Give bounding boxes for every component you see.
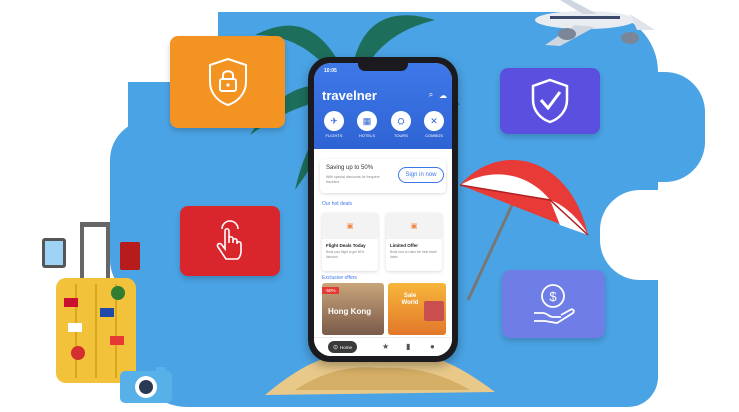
shield-lock-icon <box>208 57 247 107</box>
deal-subtitle: Book now to claim the best travel deals <box>390 250 437 259</box>
hotel-icon: ▦ <box>357 111 377 131</box>
category-flights[interactable]: ✈ FLIGHTS <box>321 111 347 138</box>
star-icon[interactable]: ★ <box>382 342 389 351</box>
deal-title: Limited Offer <box>390 243 419 248</box>
offer-card-sale[interactable]: Sale World <box>388 283 446 335</box>
deal-image: ▣ <box>386 213 442 239</box>
hand-tap-icon <box>216 220 242 260</box>
exclusive-heading: Exclusive offers <box>322 275 357 281</box>
offer-title: Hong Kong <box>328 307 372 316</box>
offer-card-hongkong[interactable]: -50% Hong Kong <box>322 283 384 335</box>
airplane-icon <box>535 0 655 46</box>
security-lock-card <box>170 36 285 128</box>
bag-icon[interactable]: ▮ <box>406 342 410 351</box>
phone-screen: 10:05 travelner ⌕ ☁ ✈ FLIGHTS ▦ HOTELS ⛭… <box>314 63 452 356</box>
verified-card <box>500 68 600 134</box>
phone-mockup: 10:05 travelner ⌕ ☁ ✈ FLIGHTS ▦ HOTELS ⛭… <box>308 57 458 362</box>
offer-photo <box>424 301 444 321</box>
search-icon[interactable]: ⌕ <box>426 90 436 100</box>
category-combos[interactable]: ✕ COMBOS <box>421 111 447 138</box>
plane-icon: ✈ <box>324 111 344 131</box>
shield-check-icon <box>531 78 569 124</box>
home-icon: ⊙ <box>333 344 339 351</box>
offer-badge: -50% <box>322 287 339 294</box>
nav-home[interactable]: ⊙ Home <box>328 341 358 353</box>
touch-card <box>180 206 280 276</box>
bell-icon[interactable]: ☁ <box>438 90 448 100</box>
category-hotels[interactable]: ▦ HOTELS <box>354 111 380 138</box>
category-label: COMBOS <box>425 133 443 138</box>
category-label: FLIGHTS <box>325 133 343 138</box>
promo-subtitle: With special discounts for frequent trav… <box>326 175 380 184</box>
signin-button[interactable]: Sign in now <box>398 167 444 183</box>
bottom-navigation: ⊙ Home ★ ▮ ● <box>314 337 452 356</box>
promo-banner: Saving up to 50% With special discounts … <box>320 159 446 193</box>
nav-home-label: Home <box>340 344 353 350</box>
app-logo: travelner <box>322 88 377 103</box>
camera <box>120 367 172 403</box>
phone-notch <box>358 63 408 71</box>
deal-subtitle: Book your flight to get 50% discount <box>326 250 365 259</box>
user-icon[interactable]: ● <box>430 342 435 351</box>
app-header: 10:05 travelner ⌕ ☁ ✈ FLIGHTS ▦ HOTELS ⛭… <box>314 63 452 149</box>
deal-card[interactable]: ▣ Flight Deals Today Book your flight to… <box>322 213 378 271</box>
hot-deals-heading: Our hot deals <box>322 201 353 207</box>
promo-title: Saving up to 50% <box>326 165 374 171</box>
sky-cutout-right <box>600 190 670 280</box>
category-label: HOTELS <box>358 133 375 138</box>
deal-image: ▣ <box>322 213 378 239</box>
deal-card[interactable]: ▣ Limited Offer Book now to claim the be… <box>386 213 442 271</box>
beach-umbrella <box>459 159 589 301</box>
combo-icon: ✕ <box>424 111 444 131</box>
offer-title: Sale World <box>401 293 419 306</box>
category-tours[interactable]: ⛭ TOURS <box>388 111 414 138</box>
status-time: 10:05 <box>324 68 337 74</box>
tour-icon: ⛭ <box>391 111 411 131</box>
deal-title: Flight Deals Today <box>326 243 366 248</box>
category-label: TOURS <box>394 133 408 138</box>
